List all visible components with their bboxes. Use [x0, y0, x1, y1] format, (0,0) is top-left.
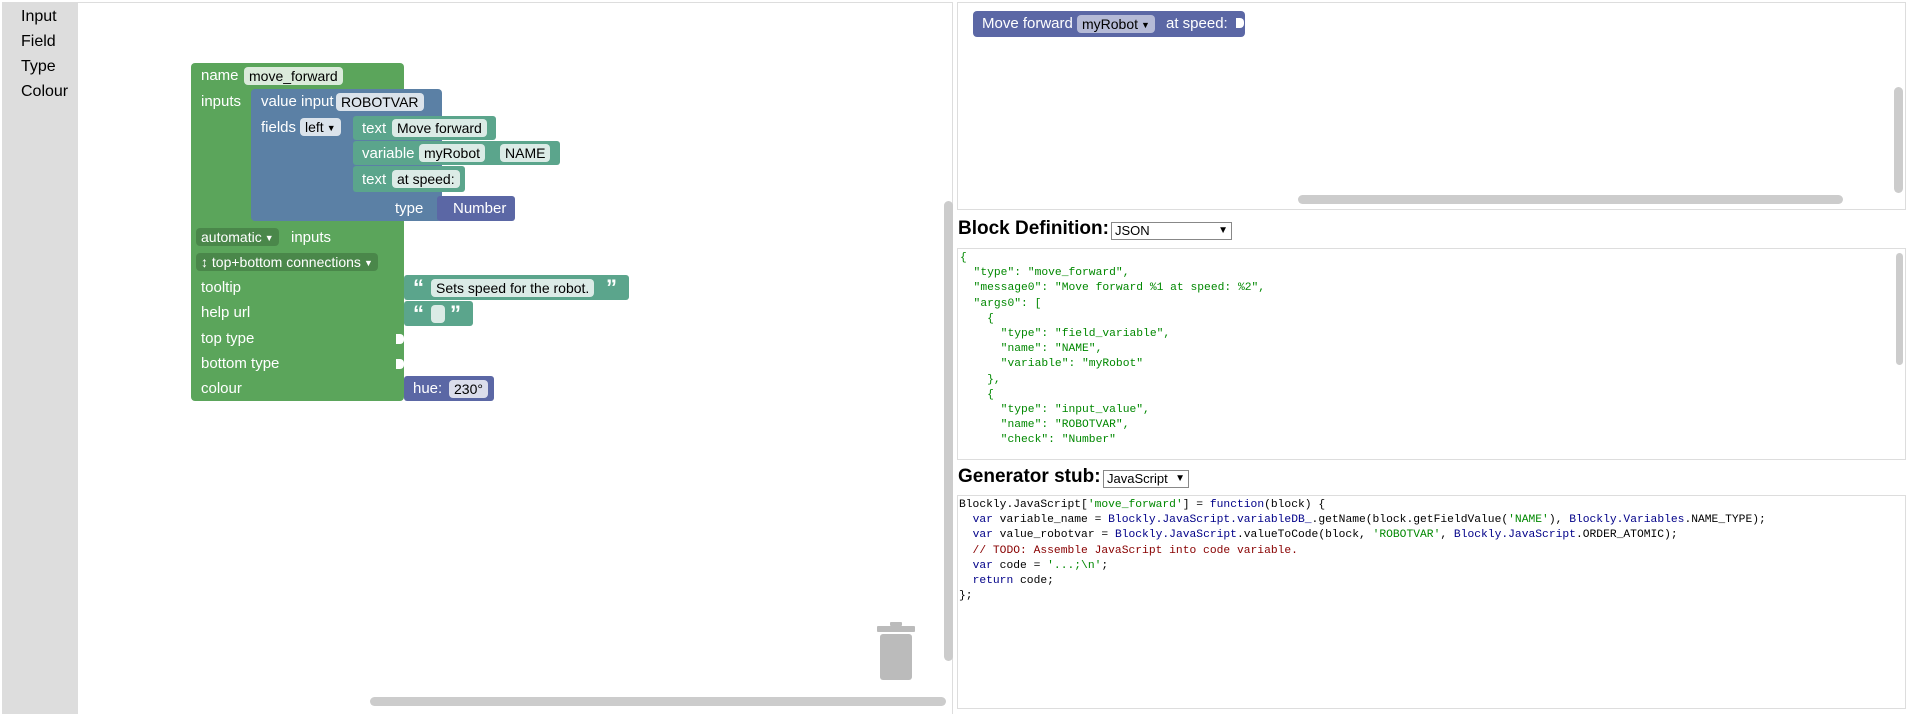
- text-field-value[interactable]: Move forward: [392, 119, 487, 137]
- fields-align-value: left: [305, 119, 324, 135]
- open-quote-icon: “: [413, 275, 424, 300]
- block-name-field[interactable]: move_forward: [244, 67, 343, 85]
- open-quote-icon: “: [413, 301, 424, 326]
- preview-block-suffix: at speed:: [1166, 15, 1228, 32]
- top-type-connector[interactable]: [396, 334, 404, 344]
- toolbox-category-input[interactable]: Input: [21, 8, 57, 26]
- value-input-label: value input: [261, 93, 334, 110]
- preview-block-label: Move forward: [982, 15, 1073, 32]
- generator-stub-code[interactable]: Blockly.JavaScript['move_forward'] = fun…: [957, 495, 1906, 709]
- toolbox-category-field[interactable]: Field: [21, 33, 56, 51]
- generator-code: Blockly.JavaScript['move_forward'] = fun…: [958, 496, 1905, 604]
- generator-code-line: return code;: [972, 575, 1054, 588]
- connections-value: ↕ top+bottom connections: [201, 254, 361, 270]
- chevron-down-icon: ▼: [1141, 20, 1150, 30]
- chevron-down-icon: ▼: [1218, 225, 1228, 236]
- generator-code-line: var value_robotvar = Blockly.JavaScript.…: [972, 529, 1678, 542]
- trash-can-icon[interactable]: [876, 622, 916, 682]
- hue-label: hue:: [413, 380, 443, 397]
- hue-value[interactable]: 230°: [449, 380, 488, 398]
- workspace-horizontal-scrollbar[interactable]: [370, 697, 946, 706]
- value-input-name-field[interactable]: ROBOTVAR: [336, 93, 424, 111]
- chevron-down-icon: ▼: [264, 233, 274, 243]
- generator-language-select[interactable]: JavaScript ▼: [1103, 470, 1189, 488]
- generator-code-line: // TODO: Assemble JavaScript into code v…: [959, 544, 1298, 557]
- generator-stub-title: Generator stub:: [958, 466, 1101, 487]
- block-definition-title: Block Definition:: [958, 218, 1109, 239]
- bottom-type-connector[interactable]: [396, 359, 404, 369]
- help-url-label: help url: [201, 304, 251, 321]
- toolbox-category-type[interactable]: Type: [21, 58, 56, 76]
- tooltip-value[interactable]: Sets speed for the robot.: [431, 279, 595, 297]
- preview-vertical-scrollbar[interactable]: [1894, 87, 1903, 193]
- connections-dropdown[interactable]: ↕ top+bottom connections ▼: [196, 253, 378, 271]
- generator-code-line: var code = '...;\n';: [972, 559, 1109, 572]
- chevron-down-icon: ▼: [1175, 473, 1185, 484]
- definition-format-value: JSON: [1115, 223, 1150, 238]
- tooltip-label: tooltip: [201, 279, 242, 296]
- workspace-vertical-scrollbar[interactable]: [944, 201, 953, 661]
- top-type-label: top type: [201, 330, 255, 347]
- close-quote-icon: ”: [606, 275, 617, 300]
- block-definition-json: { "type": "move_forward", "message0": "M…: [960, 252, 1266, 447]
- colour-label: colour: [201, 380, 242, 397]
- variable-field-label: variable: [362, 145, 415, 162]
- inputs-mode-value: automatic: [201, 229, 262, 245]
- close-quote-icon: ”: [450, 301, 461, 326]
- preview-horizontal-scrollbar[interactable]: [1298, 195, 1843, 204]
- name-label: name: [201, 67, 239, 84]
- definition-vertical-scrollbar[interactable]: [1896, 253, 1903, 365]
- text-field-label-2: text: [362, 171, 387, 188]
- toolbox-category-colour[interactable]: Colour: [21, 83, 68, 101]
- definition-format-select[interactable]: JSON ▼: [1111, 222, 1232, 240]
- preview-input-connector: [1236, 18, 1244, 28]
- fields-label: fields: [261, 119, 297, 136]
- variable-field-value[interactable]: myRobot: [419, 144, 486, 162]
- help-url-value[interactable]: [431, 305, 445, 323]
- generator-code-line: };: [959, 590, 973, 603]
- generator-code-line: Blockly.JavaScript['move_forward'] = fun…: [959, 499, 1326, 511]
- text-field-value-2[interactable]: at speed:: [392, 170, 460, 188]
- inputs-label: inputs: [201, 93, 242, 110]
- chevron-down-icon: ▼: [326, 123, 336, 133]
- chevron-down-icon: ▼: [363, 258, 373, 268]
- toolbox: Input Field Type Colour: [2, 2, 78, 714]
- generator-language-value: JavaScript: [1107, 471, 1168, 486]
- preview-variable-dropdown[interactable]: myRobot ▼: [1077, 15, 1155, 33]
- preview-variable-value: myRobot: [1082, 16, 1139, 32]
- block-definition-code[interactable]: { "type": "move_forward", "message0": "M…: [957, 248, 1906, 460]
- type-label: type: [395, 200, 424, 217]
- bottom-type-label: bottom type: [201, 355, 280, 372]
- text-field-label: text: [362, 120, 387, 137]
- inputs-mode-dropdown[interactable]: automatic ▼: [196, 228, 279, 246]
- fields-align-dropdown[interactable]: left ▼: [300, 118, 341, 136]
- variable-field-name[interactable]: NAME: [500, 144, 551, 162]
- generator-code-line: var variable_name = Blockly.JavaScript.v…: [972, 514, 1766, 527]
- inputs-mode-suffix: inputs: [291, 229, 332, 246]
- type-value: Number: [453, 200, 507, 217]
